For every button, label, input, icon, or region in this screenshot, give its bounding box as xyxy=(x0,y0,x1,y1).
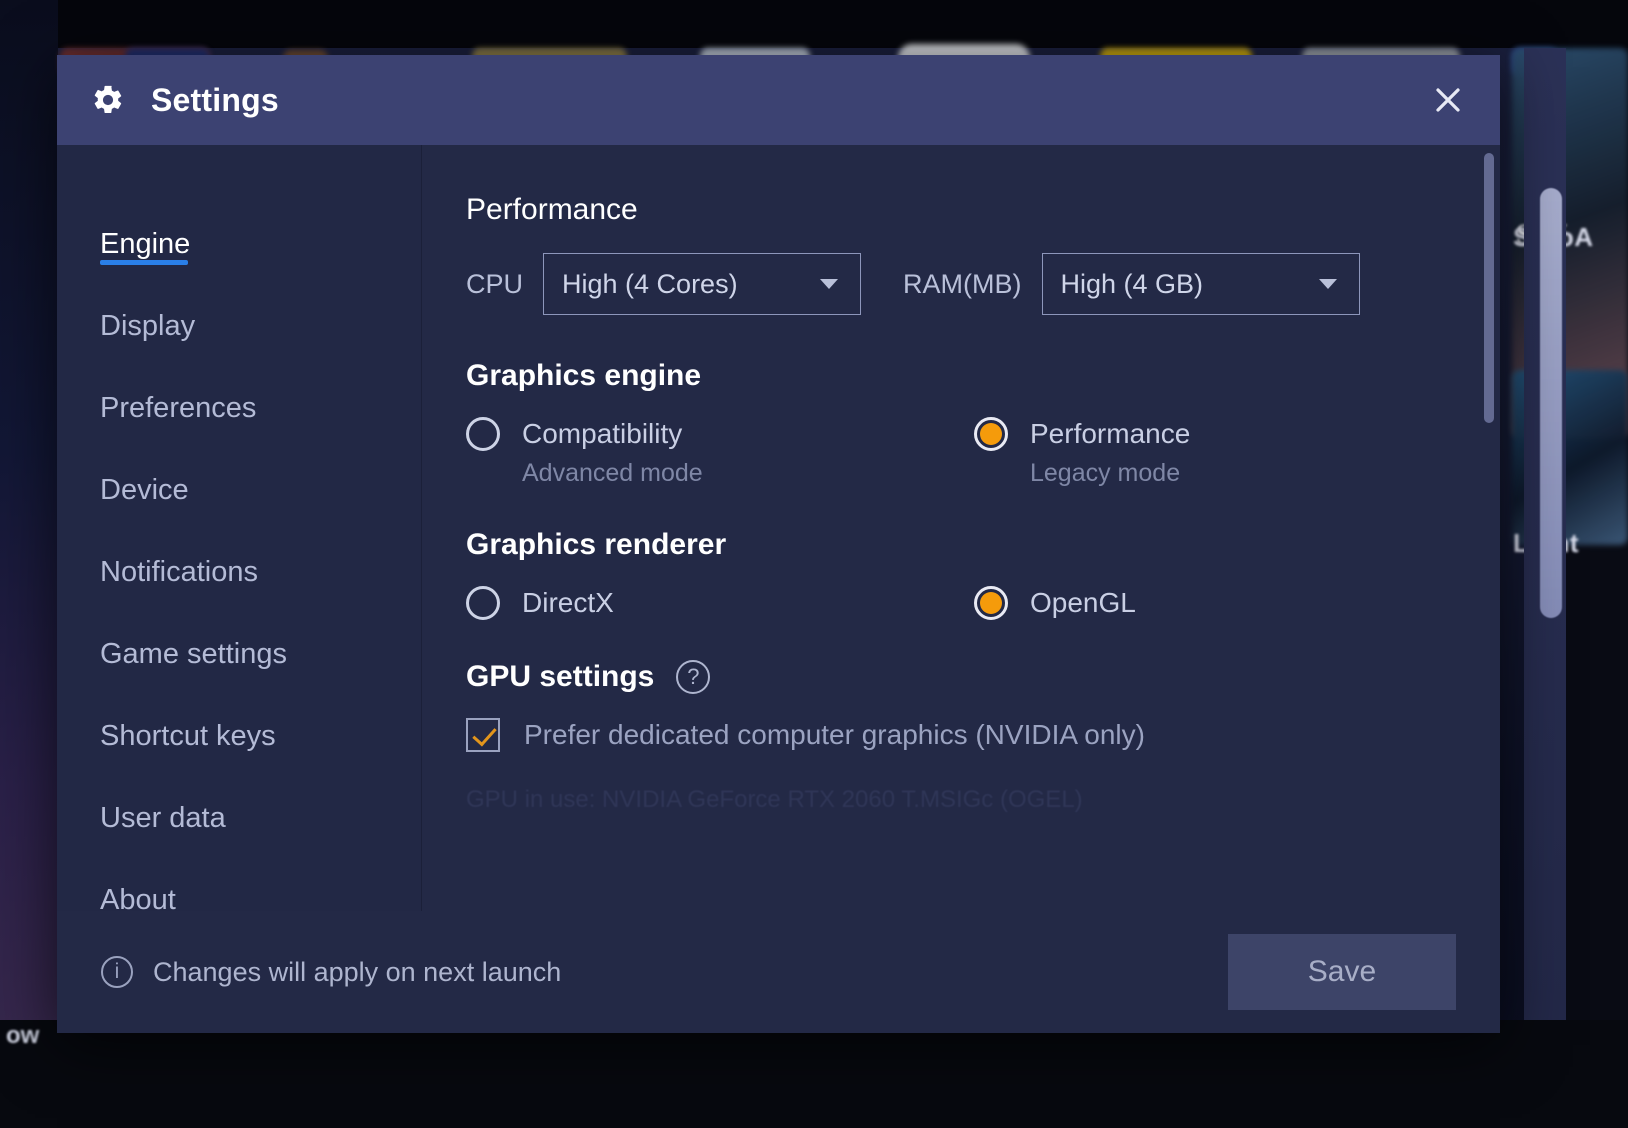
graphics-engine-option-performance-col: Performance Legacy mode xyxy=(974,417,1482,488)
dialog-footer: i Changes will apply on next launch Save xyxy=(57,911,1500,1033)
settings-dialog: Settings Engine Display Preferences Devi… xyxy=(57,55,1500,1033)
footer-note-text: Changes will apply on next launch xyxy=(153,956,562,987)
sidebar-item-label: Shortcut keys xyxy=(100,719,276,752)
gpu-settings-header: GPU settings ? xyxy=(466,660,1440,694)
checkbox-icon-checked xyxy=(466,718,500,752)
graphics-engine-section: Graphics engine Compatibility Advanced m… xyxy=(466,359,1440,488)
content-scrollbar-thumb[interactable] xyxy=(1484,153,1494,423)
radio-graphics-engine-compatibility[interactable]: Compatibility xyxy=(466,417,974,451)
radio-graphics-renderer-opengl[interactable]: OpenGL xyxy=(974,586,1482,620)
graphics-engine-title: Graphics engine xyxy=(466,359,702,392)
sidebar-item-engine[interactable]: Engine xyxy=(57,203,421,285)
radio-label: Compatibility xyxy=(522,418,683,449)
performance-section-title: Performance xyxy=(466,193,638,226)
dialog-titlebar: Settings xyxy=(57,55,1500,145)
close-icon[interactable] xyxy=(1424,76,1472,124)
footer-note: i Changes will apply on next launch xyxy=(101,956,561,988)
sidebar-item-display[interactable]: Display xyxy=(57,285,421,367)
graphics-renderer-option-opengl-col: OpenGL xyxy=(974,586,1482,620)
radio-label: OpenGL xyxy=(1030,587,1136,618)
graphics-renderer-section: Graphics renderer DirectX OpenGL xyxy=(466,528,1440,620)
cpu-select-value: High (4 Cores) xyxy=(562,268,738,299)
radio-sublabel: Advanced mode xyxy=(522,459,703,487)
sidebar-item-label: Display xyxy=(100,309,196,342)
radio-icon-selected xyxy=(974,417,1008,451)
performance-row: CPU High (4 Cores) RAM(MB) High (4 GB) xyxy=(466,253,1440,315)
chevron-down-icon xyxy=(1318,279,1337,289)
backdrop-left-edge xyxy=(0,0,58,1128)
ram-select-value: High (4 GB) xyxy=(1060,268,1204,299)
sidebar-item-device[interactable]: Device xyxy=(57,449,421,531)
gpu-info-text: GPU in use: NVIDIA GeForce RTX 2060 T.MS… xyxy=(466,786,1083,813)
radio-label: Performance xyxy=(1030,418,1191,449)
content-scrollbar-track[interactable] xyxy=(1484,153,1494,903)
sidebar-item-game-settings[interactable]: Game settings xyxy=(57,613,421,695)
sidebar-item-label: Game settings xyxy=(100,637,287,670)
chevron-down-icon xyxy=(820,279,839,289)
sidebar-item-label: Notifications xyxy=(100,555,258,588)
radio-graphics-renderer-directx[interactable]: DirectX xyxy=(466,586,974,620)
ram-select[interactable]: High (4 GB) xyxy=(1041,253,1360,315)
radio-icon-selected xyxy=(974,586,1008,620)
graphics-renderer-option-directx-col: DirectX xyxy=(466,586,974,620)
radio-sublabel: Legacy mode xyxy=(1030,459,1181,487)
info-circle-icon: i xyxy=(101,956,133,988)
sidebar-item-shortcut-keys[interactable]: Shortcut keys xyxy=(57,695,421,777)
page-title: Settings xyxy=(151,81,279,118)
sidebar-item-user-data[interactable]: User data xyxy=(57,777,421,859)
dialog-body: Engine Display Preferences Device Notifi… xyxy=(57,145,1500,1033)
gear-icon xyxy=(91,83,125,117)
radio-label: DirectX xyxy=(522,587,614,618)
radio-icon xyxy=(466,417,500,451)
settings-sidebar: Engine Display Preferences Device Notifi… xyxy=(57,145,422,1033)
radio-graphics-engine-performance[interactable]: Performance xyxy=(974,417,1482,451)
sidebar-item-preferences[interactable]: Preferences xyxy=(57,367,421,449)
checkbox-label: Prefer dedicated computer graphics (NVID… xyxy=(524,719,1145,750)
cpu-label: CPU xyxy=(466,268,524,299)
settings-content-panel: Performance CPU High (4 Cores) RAM(MB) H… xyxy=(422,145,1500,1033)
graphics-engine-option-compatibility-col: Compatibility Advanced mode xyxy=(466,417,974,488)
gpu-settings-title: GPU settings xyxy=(466,660,655,693)
sidebar-item-notifications[interactable]: Notifications xyxy=(57,531,421,613)
graphics-renderer-options: DirectX OpenGL xyxy=(466,586,1440,620)
save-button[interactable]: Save xyxy=(1228,934,1456,1010)
active-indicator xyxy=(100,260,188,265)
sidebar-item-label: User data xyxy=(100,801,226,834)
gpu-settings-section: GPU settings ? Prefer dedicated computer… xyxy=(466,660,1440,814)
backdrop-scrollbar-thumb[interactable] xyxy=(1540,188,1562,618)
help-circle-icon[interactable]: ? xyxy=(676,660,711,694)
radio-icon xyxy=(466,586,500,620)
ram-label: RAM(MB) xyxy=(903,268,1022,299)
graphics-renderer-title: Graphics renderer xyxy=(466,528,727,561)
backdrop-bottom-label: ow xyxy=(6,1022,40,1049)
sidebar-item-label: Engine xyxy=(100,227,191,260)
backdrop-bottom-bar xyxy=(0,1020,1628,1128)
sidebar-item-label: Preferences xyxy=(100,391,257,424)
graphics-engine-options: Compatibility Advanced mode Performance … xyxy=(466,417,1440,488)
sidebar-item-label: Device xyxy=(100,473,189,506)
cpu-select[interactable]: High (4 Cores) xyxy=(543,253,862,315)
checkbox-prefer-dedicated-graphics[interactable]: Prefer dedicated computer graphics (NVID… xyxy=(466,718,1440,752)
